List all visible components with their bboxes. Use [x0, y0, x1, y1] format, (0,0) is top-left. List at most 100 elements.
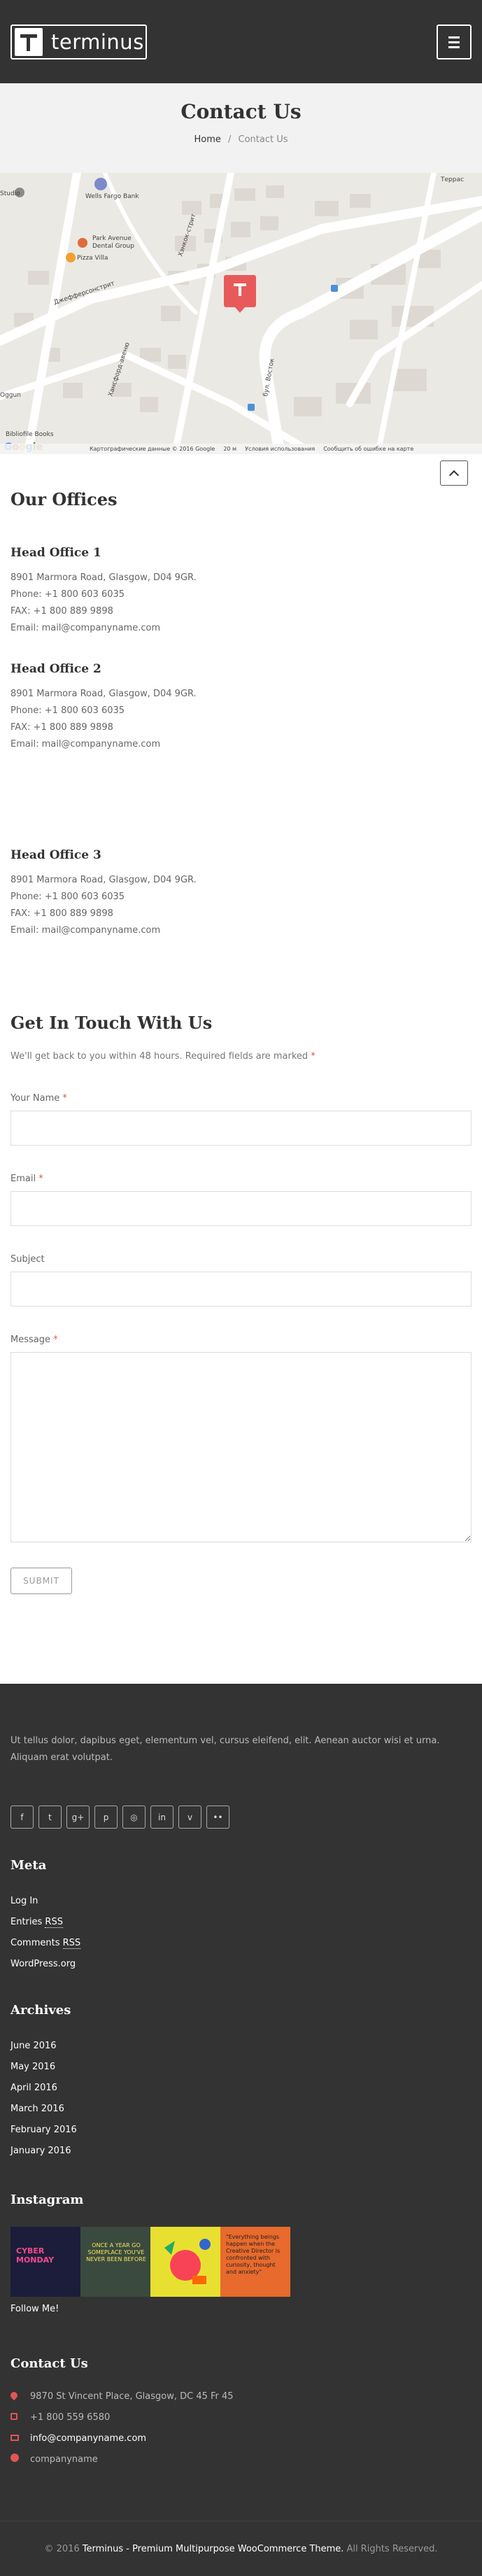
- footer-contact-widget: Contact Us 9870 St Vincent Place, Glasgo…: [8, 2356, 472, 2470]
- message-textarea[interactable]: [10, 1352, 472, 1542]
- hamburger-icon-bar: [448, 41, 460, 43]
- google-plus-icon[interactable]: g+: [66, 1806, 90, 1829]
- submit-button[interactable]: SUBMIT: [10, 1568, 72, 1594]
- map-pin-icon: [224, 275, 256, 313]
- name-label: Your Name *: [10, 1093, 472, 1104]
- map-attribution: Картографические данные © 2016 Google 20…: [0, 444, 482, 454]
- archive-link[interactable]: January 2016: [10, 2146, 71, 2156]
- map[interactable]: Studio Wells Fargo Bank Park Avenue Dent…: [0, 173, 482, 454]
- email-input[interactable]: [10, 1191, 472, 1226]
- vimeo-icon[interactable]: v: [178, 1806, 201, 1829]
- breadcrumb: Home / Contact Us: [0, 134, 482, 145]
- copyright-year: © 2016: [44, 2543, 80, 2554]
- logo-text: terminus: [51, 30, 144, 54]
- footer-contact-title: Contact Us: [10, 2356, 88, 2371]
- map-terms-link[interactable]: Условия использования: [245, 446, 315, 452]
- comments-rss-link[interactable]: Comments RSS: [10, 1938, 81, 1949]
- office-phone: Phone: +1 800 603 6035: [10, 892, 125, 902]
- scroll-to-top-button[interactable]: [440, 460, 468, 486]
- rss-abbr: RSS: [45, 1917, 63, 1928]
- logo-icon: [15, 28, 43, 56]
- instagram-widget: Instagram CYBER MONDAY ONCE A YEAR GO SO…: [10, 2193, 472, 2314]
- office-email: Email: mail@companyname.com: [10, 739, 161, 749]
- offices-section: Our Offices Head Office 1 8901 Marmora R…: [0, 454, 482, 939]
- twitter-icon[interactable]: t: [38, 1806, 62, 1829]
- name-label-text: Your Name: [10, 1093, 60, 1104]
- office-address: 8901 Marmora Road, Glasgow, D04 9GR.: [10, 572, 197, 583]
- offices-title: Our Offices: [10, 489, 118, 509]
- map-data-credit: Картографические данные © 2016 Google: [90, 446, 215, 452]
- contact-skype: companyname: [30, 2454, 98, 2465]
- message-label-text: Message: [10, 1335, 50, 1345]
- mail-icon: [10, 2435, 19, 2441]
- required-mark: *: [38, 1174, 43, 1184]
- instagram-photo[interactable]: "Everything beings happen when the Creat…: [220, 2227, 290, 2297]
- flickr-icon[interactable]: ••: [206, 1806, 229, 1829]
- footer-about-text: Ut tellus dolor, dapibus eget, elementum…: [10, 1736, 440, 1763]
- site-footer: Ut tellus dolor, dapibus eget, elementum…: [0, 1684, 482, 2576]
- phone-icon: [10, 2413, 17, 2420]
- required-mark: *: [53, 1335, 58, 1345]
- archive-link[interactable]: June 2016: [10, 2041, 57, 2051]
- meta-title: Meta: [10, 1858, 47, 1873]
- instagram-photo[interactable]: ONCE A YEAR GO SOMEPLACE YOU'VE NEVER BE…: [80, 2227, 150, 2297]
- office-fax: FAX: +1 800 889 9898: [10, 908, 113, 919]
- form-intro: We'll get back to you within 48 hours. R…: [10, 1051, 472, 1062]
- instagram-follow-link[interactable]: Follow Me!: [10, 2304, 472, 2314]
- contact-email-link[interactable]: info@companyname.com: [30, 2428, 146, 2449]
- wordpress-link[interactable]: WordPress.org: [10, 1959, 76, 1969]
- social-links: f t g+ p ◎ in v ••: [10, 1806, 472, 1829]
- archive-link[interactable]: May 2016: [10, 2062, 55, 2072]
- contact-form-section: Get In Touch With Us We'll get back to y…: [0, 1013, 482, 1594]
- copyright-theme-link[interactable]: Terminus - Premium Multipurpose WooComme…: [83, 2544, 344, 2554]
- subject-input[interactable]: [10, 1272, 472, 1307]
- office-address: 8901 Marmora Road, Glasgow, D04 9GR.: [10, 875, 197, 885]
- rss-abbr: RSS: [62, 1938, 81, 1949]
- copyright-rights: All Rights Reserved.: [346, 2543, 438, 2554]
- entries-rss-link[interactable]: Entries RSS: [10, 1917, 63, 1928]
- instagram-photo[interactable]: CYBER MONDAY: [10, 2227, 80, 2297]
- archives-title: Archives: [10, 2003, 71, 2018]
- meta-widget: Meta Log In Entries RSS Comments RSS Wor…: [10, 1858, 472, 1975]
- entries-rss-label: Entries: [10, 1917, 43, 1927]
- instagram-photo-text: "Everything beings happen when the Creat…: [226, 2234, 281, 2275]
- linkedin-icon[interactable]: in: [150, 1806, 173, 1829]
- breadcrumb-current: Contact Us: [238, 134, 288, 145]
- required-mark: *: [62, 1093, 67, 1104]
- breadcrumb-separator: /: [228, 134, 232, 145]
- breadcrumb-home-link[interactable]: Home: [194, 134, 220, 145]
- copyright-bar: © 2016 Terminus - Premium Multipurpose W…: [0, 2521, 482, 2576]
- email-label: Email *: [10, 1174, 472, 1184]
- required-mark: *: [311, 1051, 316, 1062]
- menu-toggle-button[interactable]: [437, 24, 472, 59]
- page-title: Contact Us: [180, 100, 302, 123]
- office-email: Email: mail@companyname.com: [10, 623, 161, 633]
- office-card: Head Office 2 8901 Marmora Road, Glasgow…: [10, 662, 472, 753]
- instagram-photo-text: CYBER MONDAY: [16, 2246, 55, 2265]
- skype-icon: [10, 2454, 19, 2462]
- office-address: 8901 Marmora Road, Glasgow, D04 9GR.: [10, 689, 197, 699]
- site-header: terminus: [0, 0, 482, 83]
- login-link[interactable]: Log In: [10, 1896, 38, 1906]
- form-intro-text: We'll get back to you within 48 hours. R…: [10, 1051, 309, 1062]
- instagram-photo-text: ONCE A YEAR GO SOMEPLACE YOU'VE NEVER BE…: [86, 2242, 146, 2262]
- instagram-icon[interactable]: ◎: [122, 1806, 146, 1829]
- office-phone: Phone: +1 800 603 6035: [10, 705, 125, 716]
- contact-phone: +1 800 559 6580: [30, 2412, 111, 2423]
- contact-form-title: Get In Touch With Us: [10, 1013, 213, 1033]
- pinterest-icon[interactable]: p: [94, 1806, 118, 1829]
- facebook-icon[interactable]: f: [10, 1806, 34, 1829]
- map-canvas[interactable]: Studio Wells Fargo Bank Park Avenue Dent…: [0, 173, 482, 454]
- archive-link[interactable]: April 2016: [10, 2083, 57, 2093]
- office-name: Head Office 2: [10, 662, 101, 676]
- map-report-link[interactable]: Сообщить об ошибке на карте: [323, 446, 413, 452]
- instagram-photo-art: [164, 2239, 211, 2284]
- office-card: Head Office 1 8901 Marmora Road, Glasgow…: [10, 546, 472, 637]
- instagram-photo[interactable]: [150, 2227, 220, 2297]
- name-input[interactable]: [10, 1111, 472, 1146]
- hamburger-icon: [448, 36, 460, 38]
- archive-link[interactable]: March 2016: [10, 2104, 64, 2114]
- office-fax: FAX: +1 800 889 9898: [10, 722, 113, 733]
- logo[interactable]: terminus: [10, 24, 147, 59]
- archive-link[interactable]: February 2016: [10, 2125, 77, 2135]
